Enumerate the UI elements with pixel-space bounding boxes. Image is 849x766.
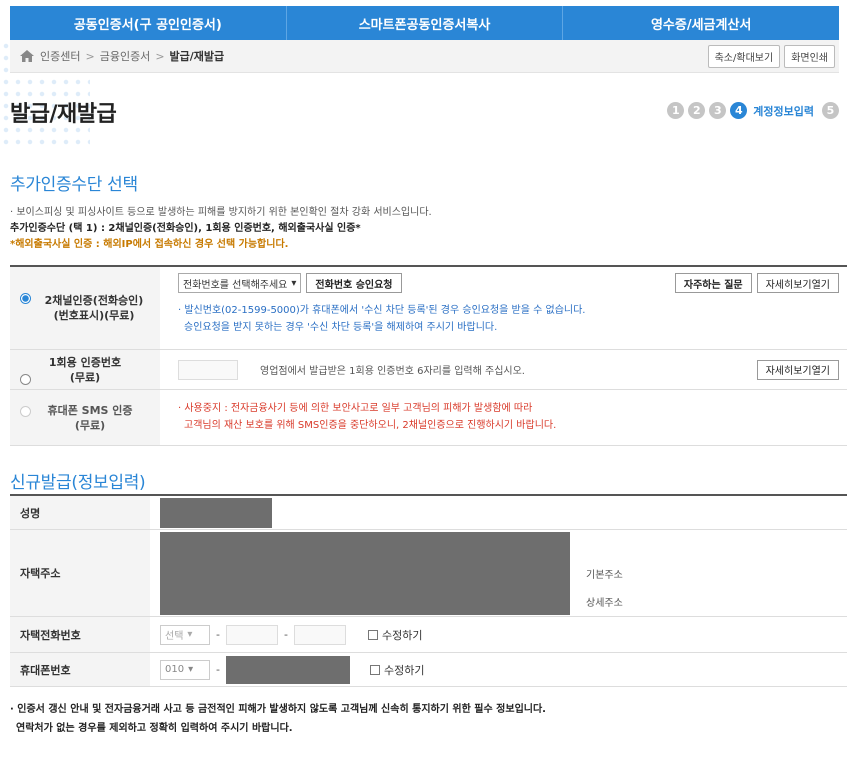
breadcrumb: 인증센터 > 금융인증서 > 발급/재발급 축소/확대보기 화면인쇄 [10,40,839,73]
breadcrumb-item-finance-cert[interactable]: 금융인증서 [100,48,151,64]
mobile-select-value: 010 [165,664,185,675]
chevron-down-icon: ▾ [187,629,193,640]
dash: - [283,628,288,641]
two-channel-info-2: 승인요청을 받지 못하는 경우 '수신 차단 등록'을 해제하여 주시기 바랍니… [184,322,498,333]
home-phone-area-select[interactable]: 선택 ▾ [160,624,210,645]
row-mobile: 휴대폰번호 010 ▾ - 수정하기 [10,653,847,687]
step-5: 5 [822,102,839,119]
two-channel-detail-button[interactable]: 자세히보기열기 [756,273,839,293]
mobile-label: 휴대폰번호 [10,653,150,686]
print-button[interactable]: 화면인쇄 [784,44,835,68]
tab-smartphone-copy[interactable]: 스마트폰공동인증서복사 [287,6,564,40]
address-label: 자택주소 [10,530,150,616]
sms-warning-1: · 사용중지 : 전자금융사기 등에 의한 보안사고로 일부 고객님의 피해가 … [178,403,533,414]
footer-note-line-2: 연락처가 없는 경우를 제외하고 정확히 입력하여 주시기 바랍니다. [16,723,293,734]
otp-input[interactable] [178,359,238,380]
tab-certificate[interactable]: 공동인증서(구 공인인증서) [10,6,287,40]
sms-radio [20,406,31,417]
checkbox-icon [369,664,380,675]
auth-overseas-line: *해외출국사실 인증 : 해외IP에서 접속하신 경우 선택 가능합니다. [10,239,289,250]
home-phone-last-input[interactable] [293,624,346,645]
name-value-redacted [160,497,272,528]
otp-desc: 영업점에서 발급받은 1회용 인증번호 6자리를 입력해 주십시오. [260,366,525,377]
auth-method-table: 2채널인증(전화승인) (번호표시)(무료) 전화번호를 선택해주세요 ▾ 전화… [10,265,847,446]
two-channel-label: 2채널인증(전화승인) [44,294,144,307]
auth-choose-line: 추가인증수단 (택 1) : 2채널인증(전화승인), 1회용 인증번호, 해외… [10,223,361,234]
step-active-label: 계정정보입력 [753,104,814,118]
sms-label-cell: 휴대폰 SMS 인증 (무료) [10,390,160,445]
page-title: 발급/재발급 [10,102,117,127]
sms-warning-2: 고객님의 재산 보호를 위해 SMS인증을 중단하오니, 2채널인증으로 진행하… [184,420,557,431]
sms-label: 휴대폰 SMS 인증 [47,403,133,417]
chevron-down-icon: ▾ [291,277,297,289]
auth-row-sms: 휴대폰 SMS 인증 (무료) · 사용중지 : 전자금융사기 등에 의한 보안… [10,390,847,446]
phone-approve-button[interactable]: 전화번호 승인요청 [306,273,402,293]
otp-label: 1회용 인증번호 [48,355,122,369]
info-input-table: 성명 자택주소 기본주소 상세주소 자택전화번호 선택 ▾ - - 수정하기 휴… [10,494,847,687]
checkbox-icon [367,629,378,640]
address-value-redacted [160,532,570,615]
top-tab-bar: 공동인증서(구 공인인증서) 스마트폰공동인증서복사 영수증/세금계산서 [10,6,839,40]
row-address: 자택주소 기본주소 상세주소 [10,530,847,617]
home-phone-edit-checkbox[interactable]: 수정하기 [367,627,423,643]
otp-radio[interactable] [20,374,31,385]
footer-note: · 인증서 갱신 안내 및 전자금융거래 사고 등 금전적인 피해가 발생하지 … [10,700,546,738]
step-2: 2 [688,102,706,119]
two-channel-info-1: · 발신번호(02-1599-5000)가 휴대폰에서 '수신 차단 등록'된 … [178,305,586,316]
dash: - [216,628,220,641]
name-label: 성명 [10,496,150,529]
step-3: 3 [709,102,727,119]
otp-label-cell[interactable]: 1회용 인증번호 (무료) [10,350,160,389]
dash: - [216,663,220,676]
step-4-active: 4 [730,102,748,119]
mobile-prefix-select[interactable]: 010 ▾ [160,659,210,680]
mobile-edit-checkbox[interactable]: 수정하기 [369,662,425,678]
two-channel-label-cell[interactable]: 2채널인증(전화승인) (번호표시)(무료) [10,267,160,349]
row-name: 성명 [10,496,847,530]
section-title-info: 신규발급(정보입력) [10,473,146,493]
base-address-label: 기본주소 [586,570,623,581]
breadcrumb-item-center[interactable]: 인증센터 [40,48,80,64]
mobile-number-redacted [225,655,350,684]
auth-row-two-channel: 2채널인증(전화승인) (번호표시)(무료) 전화번호를 선택해주세요 ▾ 전화… [10,267,847,350]
chevron-down-icon: ▾ [188,664,194,675]
home-icon[interactable] [20,50,34,62]
breadcrumb-separator: > [155,49,165,63]
auth-row-otp: 1회용 인증번호 (무료) 영업점에서 발급받은 1회용 인증번호 6자리를 입… [10,350,847,390]
otp-detail-button[interactable]: 자세히보기열기 [756,359,839,380]
home-phone-edit-label: 수정하기 [381,628,423,642]
two-channel-radio[interactable] [20,293,31,304]
auth-desc-line: · 보이스피싱 및 피싱사이트 등으로 발생하는 피해를 방지하기 위한 본인확… [10,207,432,218]
otp-sublabel: (무료) [69,370,101,384]
two-channel-sublabel: (번호표시)(무료) [53,309,135,322]
step-indicator: 1 2 3 4 계정정보입력 5 [667,102,839,119]
row-home-phone: 자택전화번호 선택 ▾ - - 수정하기 [10,617,847,653]
step-1: 1 [667,102,685,119]
sms-sublabel: (무료) [74,418,106,432]
faq-button[interactable]: 자주하는 질문 [674,273,752,293]
detail-address-label: 상세주소 [586,598,623,609]
zoom-button[interactable]: 축소/확대보기 [707,44,781,68]
auth-description: · 보이스피싱 및 피싱사이트 등으로 발생하는 피해를 방지하기 위한 본인확… [10,205,432,253]
tab-receipt[interactable]: 영수증/세금계산서 [563,6,839,40]
home-phone-mid-input[interactable] [225,624,278,645]
footer-note-line-1: · 인증서 갱신 안내 및 전자금융거래 사고 등 금전적인 피해가 발생하지 … [10,704,546,715]
mobile-edit-label: 수정하기 [383,663,425,677]
phone-number-select[interactable]: 전화번호를 선택해주세요 ▾ [178,273,302,293]
breadcrumb-item-issue: 발급/재발급 [169,50,225,63]
phone-select-value: 전화번호를 선택해주세요 [183,279,288,291]
section-title-auth: 추가인증수단 선택 [10,175,138,195]
breadcrumb-separator: > [85,49,95,63]
home-phone-select-value: 선택 [165,631,184,642]
home-phone-label: 자택전화번호 [10,617,150,652]
